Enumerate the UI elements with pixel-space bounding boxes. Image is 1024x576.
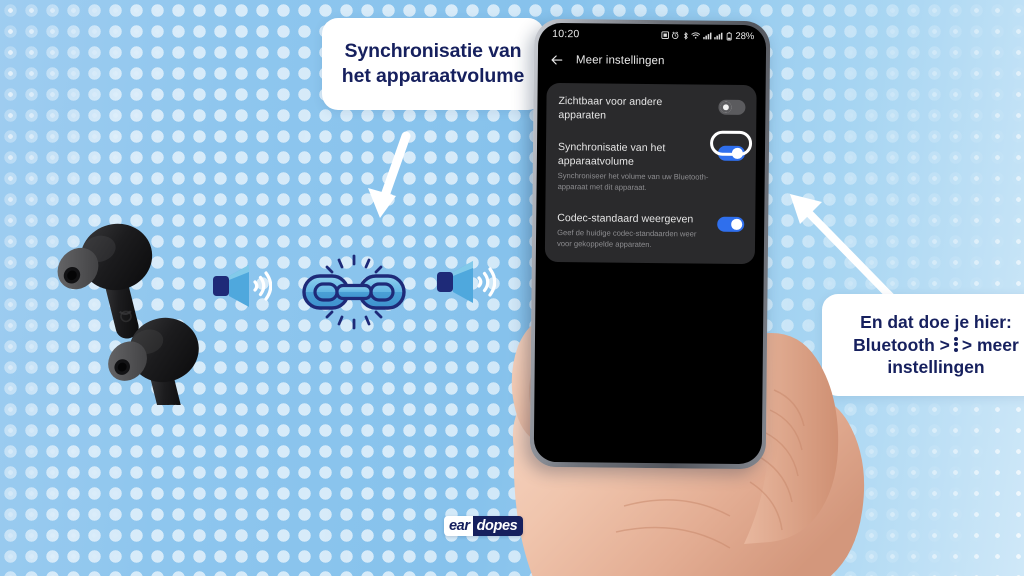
setting-row-visible-to-devices[interactable]: Zichtbaar voor andere apparaten: [546, 85, 756, 133]
alarm-icon: [672, 31, 679, 40]
logo-part-dopes: dopes: [472, 516, 524, 536]
status-bar: 10:20 28%: [538, 23, 766, 47]
app-bar: Meer instellingen: [538, 45, 766, 77]
phone-device: 10:20 28% Meer instellingen Zichtbaar vo…: [529, 18, 771, 470]
signal-2-icon: [714, 32, 723, 40]
toggle-knob: [720, 101, 732, 113]
sim-icon: [661, 31, 669, 39]
wireless-earbuds-image: [57, 223, 199, 405]
setting-title: Zichtbaar voor andere apparaten: [558, 95, 663, 122]
setting-texts: Synchronisatie van het apparaatvolume Sy…: [558, 140, 719, 194]
setting-row-volume-sync[interactable]: Synchronisatie van het apparaatvolume Sy…: [545, 130, 756, 204]
setting-title: Synchronisatie van het apparaatvolume: [557, 141, 666, 169]
arrow-down-icon: [368, 131, 411, 218]
wifi-icon: [691, 32, 701, 39]
back-arrow-icon[interactable]: [549, 52, 565, 68]
setting-title: Codec-standaard weergeven: [557, 211, 694, 226]
speaker-volume-icon: [213, 265, 272, 307]
signal-1-icon: [702, 32, 712, 40]
toggle-codec-display[interactable]: [717, 216, 745, 232]
toggle-knob: [731, 218, 742, 230]
phone-screen: 10:20 28% Meer instellingen Zichtbaar vo…: [533, 22, 767, 465]
setting-texts: Codec-standaard weergeven Geef de huidig…: [557, 211, 717, 251]
bluetooth-icon: [683, 31, 688, 39]
battery-icon: [726, 31, 732, 41]
infographic-canvas: Synchronisatie van het apparaatvolume 10…: [0, 0, 1024, 576]
setting-texts: Zichtbaar voor andere apparaten: [558, 94, 718, 124]
setting-subtitle: Synchroniseer het volume van uw Bluetoot…: [557, 171, 709, 192]
status-bar-clock: 10:20: [552, 27, 580, 41]
logo-part-ear: ear: [444, 516, 473, 536]
setting-row-codec-display[interactable]: Codec-standaard weergeven Geef de huidig…: [545, 202, 756, 261]
setting-subtitle: Geef de huidige codec-standaarden weer v…: [556, 227, 697, 249]
status-bar-icons: 28%: [661, 30, 754, 42]
callout-title-text: Synchronisatie van het apparaatvolume: [341, 39, 525, 87]
callout-title-bubble: Synchronisatie van het apparaatvolume: [322, 18, 544, 110]
battery-percentage: 28%: [735, 30, 755, 42]
brand-logo: ear dopes: [444, 516, 524, 536]
chain-link-icon: [302, 254, 406, 330]
toggle-knob: [731, 148, 743, 159]
app-bar-title: Meer instellingen: [575, 54, 665, 68]
toggle-volume-sync[interactable]: [717, 145, 746, 162]
toggle-visible-to-devices[interactable]: [718, 99, 746, 115]
kebab-menu-icon: [953, 336, 958, 352]
callout-line-2-after: > meer: [961, 334, 1019, 355]
settings-card: Zichtbaar voor andere apparaten Synchron…: [544, 82, 757, 265]
